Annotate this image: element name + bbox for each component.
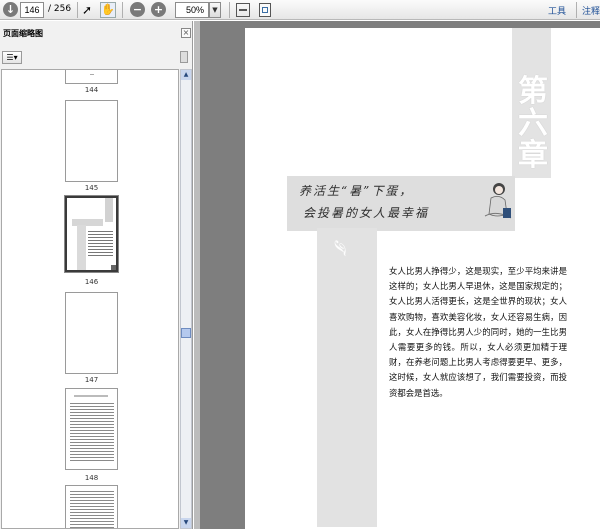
panel-options-scroll[interactable] (180, 51, 188, 63)
page-thumbnail[interactable] (65, 70, 118, 84)
comment-menu[interactable]: 注释 (582, 4, 600, 17)
chapter-subtitle-line2: 会投暑的女人最幸福 (303, 206, 430, 220)
zoom-dropdown-icon[interactable]: ▼ (209, 2, 221, 18)
page-thumbnail-selected[interactable] (64, 195, 119, 273)
document-view[interactable]: 第六章 养活生“暑”下蛋， 会投暑的女人最幸福 𝓣 女人比男人挣得少，这是现实，… (200, 21, 600, 529)
pdf-page: 第六章 养活生“暑”下蛋， 会投暑的女人最幸福 𝓣 女人比男人挣得少，这是现实，… (245, 28, 600, 529)
thumbnails-panel: 页面缩略图 × ☰▾ 144 145 146 147 148 ▲ ▼ (0, 21, 193, 529)
panel-title: 页面缩略图 (3, 29, 43, 38)
panel-header: 页面缩略图 × (0, 27, 193, 41)
page-thumbnail[interactable] (65, 485, 118, 528)
thumbnail-options-icon[interactable]: ☰▾ (2, 51, 22, 64)
thumbnail-list[interactable]: 144 145 146 147 148 (1, 69, 179, 529)
fit-page-icon[interactable] (259, 3, 271, 17)
scrollbar-thumb[interactable] (181, 328, 191, 338)
toolbar: ↓ / 256 ➚ ✋ − + ▼ 工具 注释 (0, 0, 600, 20)
zoom-input[interactable] (175, 2, 209, 18)
thumbnail-scrollbar[interactable]: ▲ ▼ (180, 69, 192, 529)
page-number-input[interactable] (20, 2, 44, 18)
page-thumbnail-label: 147 (84, 376, 99, 384)
decorative-script-text-icon: 𝓣 (331, 240, 349, 252)
page-total: / 256 (48, 4, 72, 14)
body-paragraph: 女人比男人挣得少，这是现实，至少平均来讲是这样的；女人比男人早退休，这是国家规定… (389, 266, 567, 398)
page-thumbnail[interactable] (65, 100, 118, 182)
zoom-in-icon[interactable]: + (151, 2, 166, 17)
scroll-down-icon[interactable]: ▼ (181, 518, 191, 528)
page-thumbnail[interactable] (65, 388, 118, 470)
next-page-icon[interactable]: ↓ (3, 2, 18, 17)
chapter-title: 第六章 (518, 74, 548, 173)
page-thumbnail-label: 145 (84, 184, 99, 192)
t-decoration-stem (317, 228, 377, 527)
page-thumbnail-label: 146 (84, 278, 99, 286)
hand-tool-icon[interactable]: ✋ (100, 2, 116, 18)
toolbar-separator (576, 2, 577, 18)
toolbar-separator (229, 2, 230, 18)
tools-menu[interactable]: 工具 (548, 4, 566, 17)
close-panel-icon[interactable]: × (181, 28, 191, 38)
zoom-out-icon[interactable]: − (130, 2, 145, 17)
page-thumbnail[interactable] (65, 292, 118, 374)
select-tool-icon[interactable]: ➚ (82, 2, 96, 18)
page-thumbnail-label: 148 (84, 474, 99, 482)
toolbar-separator (77, 2, 78, 18)
toolbar-separator (122, 2, 123, 18)
chapter-subtitle-line1: 养活生“暑”下蛋， (299, 184, 414, 198)
scroll-up-icon[interactable]: ▲ (181, 70, 191, 80)
fit-width-icon[interactable] (236, 3, 250, 17)
page-thumbnail-label: 144 (84, 86, 99, 94)
woman-illustration (484, 183, 512, 219)
